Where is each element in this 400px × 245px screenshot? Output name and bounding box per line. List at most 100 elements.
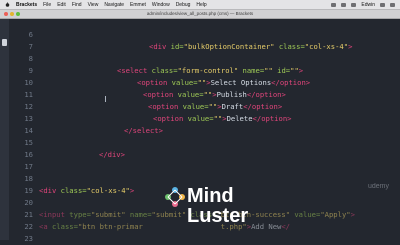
menu-find[interactable]: Find — [72, 2, 82, 8]
code-token: value= — [182, 102, 209, 111]
code-token: value= — [177, 90, 204, 99]
line-number: 9 — [28, 66, 33, 75]
code-token: "" — [290, 66, 299, 75]
menu-edit[interactable]: Edit — [57, 2, 66, 8]
menu-file[interactable]: File — [43, 2, 51, 8]
code-token: "btn btn-primar — [77, 222, 143, 231]
code-line[interactable]: 11 <option value="">Publish</option> — [9, 89, 400, 101]
code-line[interactable]: 8 — [9, 53, 400, 65]
code-token: "" — [208, 102, 218, 111]
code-line[interactable]: 10 <option value="">Select Options</optio… — [9, 77, 400, 89]
code-line[interactable]: 7 <div id="bulkOptionContainer" class="co… — [9, 41, 400, 53]
sidebar[interactable] — [0, 19, 9, 240]
wifi-icon[interactable] — [341, 2, 347, 7]
code-token: value= — [171, 78, 198, 87]
code-line[interactable]: 13 <option value="">Delete</option> — [9, 113, 400, 125]
code-token: </option> — [243, 102, 283, 111]
window-title-bar: admin/includes/view_all_posts.php (cms) … — [0, 10, 400, 19]
menu-view[interactable]: View — [88, 2, 99, 8]
line-number: 6 — [28, 30, 33, 39]
menu-bar: Brackets File Edit Find View Navigate Em… — [0, 0, 400, 10]
code-token: <div — [149, 42, 171, 51]
menu-window[interactable]: Window — [152, 2, 170, 8]
line-number: 15 — [24, 138, 33, 147]
code-line[interactable]: 6 — [9, 29, 400, 41]
line-number: 7 — [28, 42, 33, 51]
code-line[interactable]: 16 </div> — [9, 149, 400, 161]
code-token: id= — [170, 42, 184, 51]
code-token: "bulkOptionContainer" — [183, 42, 275, 51]
code-content: </div> — [99, 149, 125, 161]
brain-icon — [165, 187, 185, 207]
code-content: <option value="">Publish</option> — [143, 89, 286, 101]
code-token: "" — [203, 90, 213, 99]
code-token: Draft — [221, 102, 244, 111]
code-line[interactable]: 9 <select class="form-control" name="" id… — [9, 65, 400, 77]
code-token: Select Options — [210, 78, 272, 87]
menu-emmet[interactable]: Emmet — [130, 2, 146, 8]
menu-debug[interactable]: Debug — [176, 2, 191, 8]
list-icon[interactable] — [390, 2, 395, 7]
line-number: 22 — [24, 222, 33, 231]
code-token: <option — [153, 114, 188, 123]
brand-line-1: Mind — [187, 185, 234, 207]
code-token: </option> — [271, 78, 311, 87]
menu-navigate[interactable]: Navigate — [104, 2, 124, 8]
line-number: 17 — [24, 162, 33, 171]
menu-app-name[interactable]: Brackets — [16, 2, 37, 8]
code-token: > — [298, 66, 304, 75]
brand-line-2: Luster — [187, 205, 249, 227]
code-token: class= — [151, 66, 178, 75]
code-token: value= — [290, 210, 321, 219]
code-token: class= — [51, 222, 78, 231]
menu-status-area: Edwin — [331, 2, 400, 8]
code-token: value= — [187, 114, 214, 123]
code-token: <select — [117, 66, 152, 75]
code-token: </option> — [246, 90, 286, 99]
line-number: 20 — [24, 198, 33, 207]
line-number: 12 — [24, 102, 33, 111]
user-name[interactable]: Edwin — [361, 2, 375, 8]
code-token: type= — [69, 210, 91, 219]
code-content: <select class="form-control" name="" id=… — [117, 65, 303, 77]
code-token: > — [348, 42, 353, 51]
battery-icon[interactable] — [351, 2, 357, 7]
file-icon[interactable] — [2, 39, 7, 46]
code-token: <option — [137, 78, 172, 87]
mindluster-text: Mind Luster — [187, 186, 248, 226]
code-token: "form-control" — [177, 66, 239, 75]
code-token: </div> — [99, 150, 125, 159]
code-content: </select> — [124, 125, 163, 137]
code-line[interactable]: 14 </select> — [9, 125, 400, 137]
line-number: 13 — [24, 114, 33, 123]
code-line[interactable]: 17 — [9, 161, 400, 173]
code-token: "submit" — [90, 210, 126, 219]
code-content: <option value="">Select Options</option> — [137, 77, 310, 89]
mindluster-logo: Mind Luster — [163, 183, 283, 235]
udemy-watermark: udemy — [368, 183, 390, 190]
code-token: class= — [274, 42, 305, 51]
code-token: Publish — [216, 90, 247, 99]
line-number: 21 — [24, 210, 33, 219]
code-token: class= — [60, 186, 87, 195]
code-line[interactable]: 15 — [9, 137, 400, 149]
search-icon[interactable] — [380, 2, 385, 7]
code-token: "" — [264, 66, 273, 75]
apple-icon[interactable] — [5, 2, 10, 7]
menu-help[interactable]: Help — [196, 2, 206, 8]
code-token: > — [129, 186, 135, 195]
code-token: <a — [39, 222, 52, 231]
code-token: </option> — [252, 114, 292, 123]
code-token: "" — [197, 78, 207, 87]
code-line[interactable]: 12 <option value="">Draft</option> — [9, 101, 400, 113]
code-token: name= — [125, 210, 152, 219]
line-number: 23 — [24, 234, 33, 243]
code-content: <option value="">Delete</option> — [153, 113, 292, 125]
line-number: 18 — [24, 174, 33, 183]
code-content: <option value="">Draft</option> — [148, 101, 282, 113]
code-token: > — [350, 210, 355, 219]
text-cursor — [105, 96, 109, 102]
code-content: <div class="col-xs-4"> — [39, 185, 134, 197]
status-icon[interactable] — [331, 2, 337, 7]
line-number: 11 — [24, 90, 33, 99]
